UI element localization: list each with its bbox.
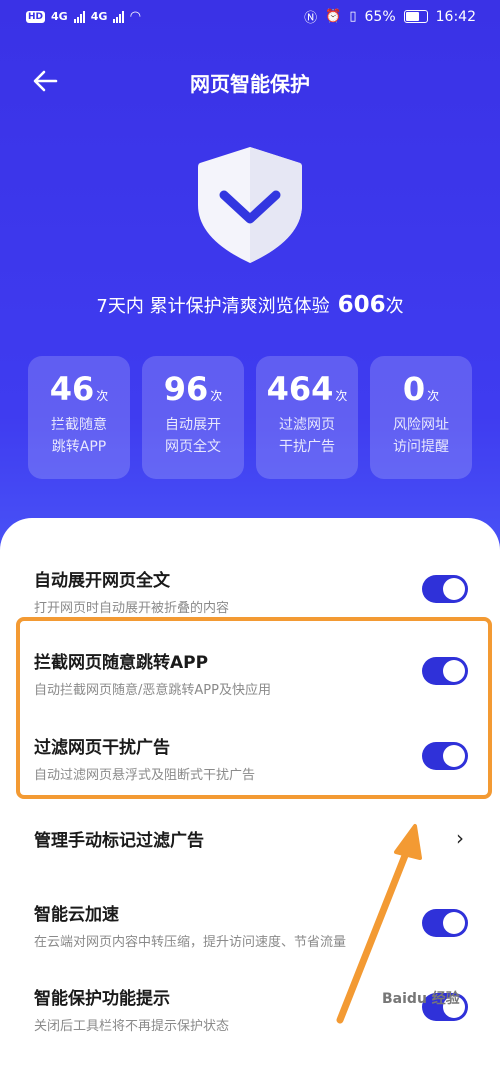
clock: 16:42 (435, 8, 476, 25)
stat-label: 拦截随意 跳转APP (51, 417, 107, 455)
header: 网页智能保护 (0, 58, 500, 102)
battery-icon (403, 10, 428, 23)
setting-manage-marked-ads[interactable]: 管理手动标记过滤广告 › (34, 826, 470, 851)
stat-card-auto-expand: 96 次 自动展开 网页全文 (142, 356, 244, 479)
stat-label: 过滤网页 干扰广告 (279, 417, 335, 455)
alarm-icon: ⏰ (325, 9, 342, 24)
watermark: Baidu 经验 (382, 991, 460, 1007)
stat-card-filter-ads: 464 次 过滤网页 干扰广告 (256, 356, 358, 479)
stat-value: 464 (266, 370, 334, 408)
stat-value: 96 (163, 370, 209, 408)
network-b-label: 4G (90, 10, 108, 23)
status-left: HD 4G 4G ◠ (26, 9, 140, 24)
shield-icon (192, 143, 308, 267)
setting-title: 智能云加速 (34, 905, 119, 925)
summary-unit: 次 (385, 296, 404, 317)
wifi-icon: ◠ (130, 9, 141, 24)
stat-unit: 次 (96, 389, 109, 403)
setting-title: 自动展开网页全文 (34, 571, 170, 591)
status-right: Ⓝ ⏰ ▯ 65% 16:42 (304, 7, 476, 27)
stat-unit: 次 (210, 389, 223, 403)
stat-value: 0 (402, 370, 426, 408)
network-a-label: 4G (51, 10, 68, 23)
signal-icon (73, 10, 85, 23)
summary-text: 7天内 累计保护清爽浏览体验 (96, 296, 330, 317)
cloud-accel-toggle[interactable] (422, 909, 468, 937)
stat-card-risk-url: 0次 风险网址 访问提醒 (370, 356, 472, 479)
page-title: 网页智能保护 (190, 72, 310, 96)
setting-subtitle: 打开网页时自动展开被折叠的内容 (34, 601, 230, 616)
stat-card-block-jump: 46 次 拦截随意 跳转APP (28, 356, 130, 479)
setting-cloud-accel[interactable]: 智能云加速 在云端对网页内容中转压缩，提升访问速度、节省流量 (34, 900, 470, 950)
signal-icon-2 (113, 10, 125, 23)
protection-summary: 7天内 累计保护清爽浏览体验 606次 (0, 292, 500, 318)
nfc-icon: Ⓝ (304, 11, 318, 26)
mute-icon: ▯ (349, 9, 357, 24)
hd-badge: HD (26, 10, 46, 23)
setting-subtitle: 关闭后工具栏将不再提示保护状态 (34, 1019, 230, 1034)
setting-auto-expand[interactable]: 自动展开网页全文 打开网页时自动展开被折叠的内容 (34, 566, 470, 616)
stat-label: 自动展开 网页全文 (165, 417, 221, 455)
setting-subtitle: 在云端对网页内容中转压缩，提升访问速度、节省流量 (34, 935, 347, 950)
stats-row: 46 次 拦截随意 跳转APP 96 次 自动展开 网页全文 464 次 过滤网页 干… (28, 356, 472, 479)
battery-percent: 65% (364, 8, 396, 25)
highlight-box (16, 617, 492, 799)
status-bar: HD 4G 4G ◠ Ⓝ ⏰ ▯ 65% 16:42 (0, 0, 500, 36)
stat-label: 风险网址 访问提醒 (393, 417, 449, 455)
stat-value: 46 (49, 370, 95, 408)
auto-expand-toggle[interactable] (422, 575, 468, 603)
chevron-right-icon: › (456, 826, 464, 850)
summary-count: 606 (337, 292, 386, 318)
stat-unit: 次 (335, 389, 348, 403)
stat-unit: 次 (427, 389, 440, 403)
setting-title: 管理手动标记过滤广告 (34, 831, 204, 851)
